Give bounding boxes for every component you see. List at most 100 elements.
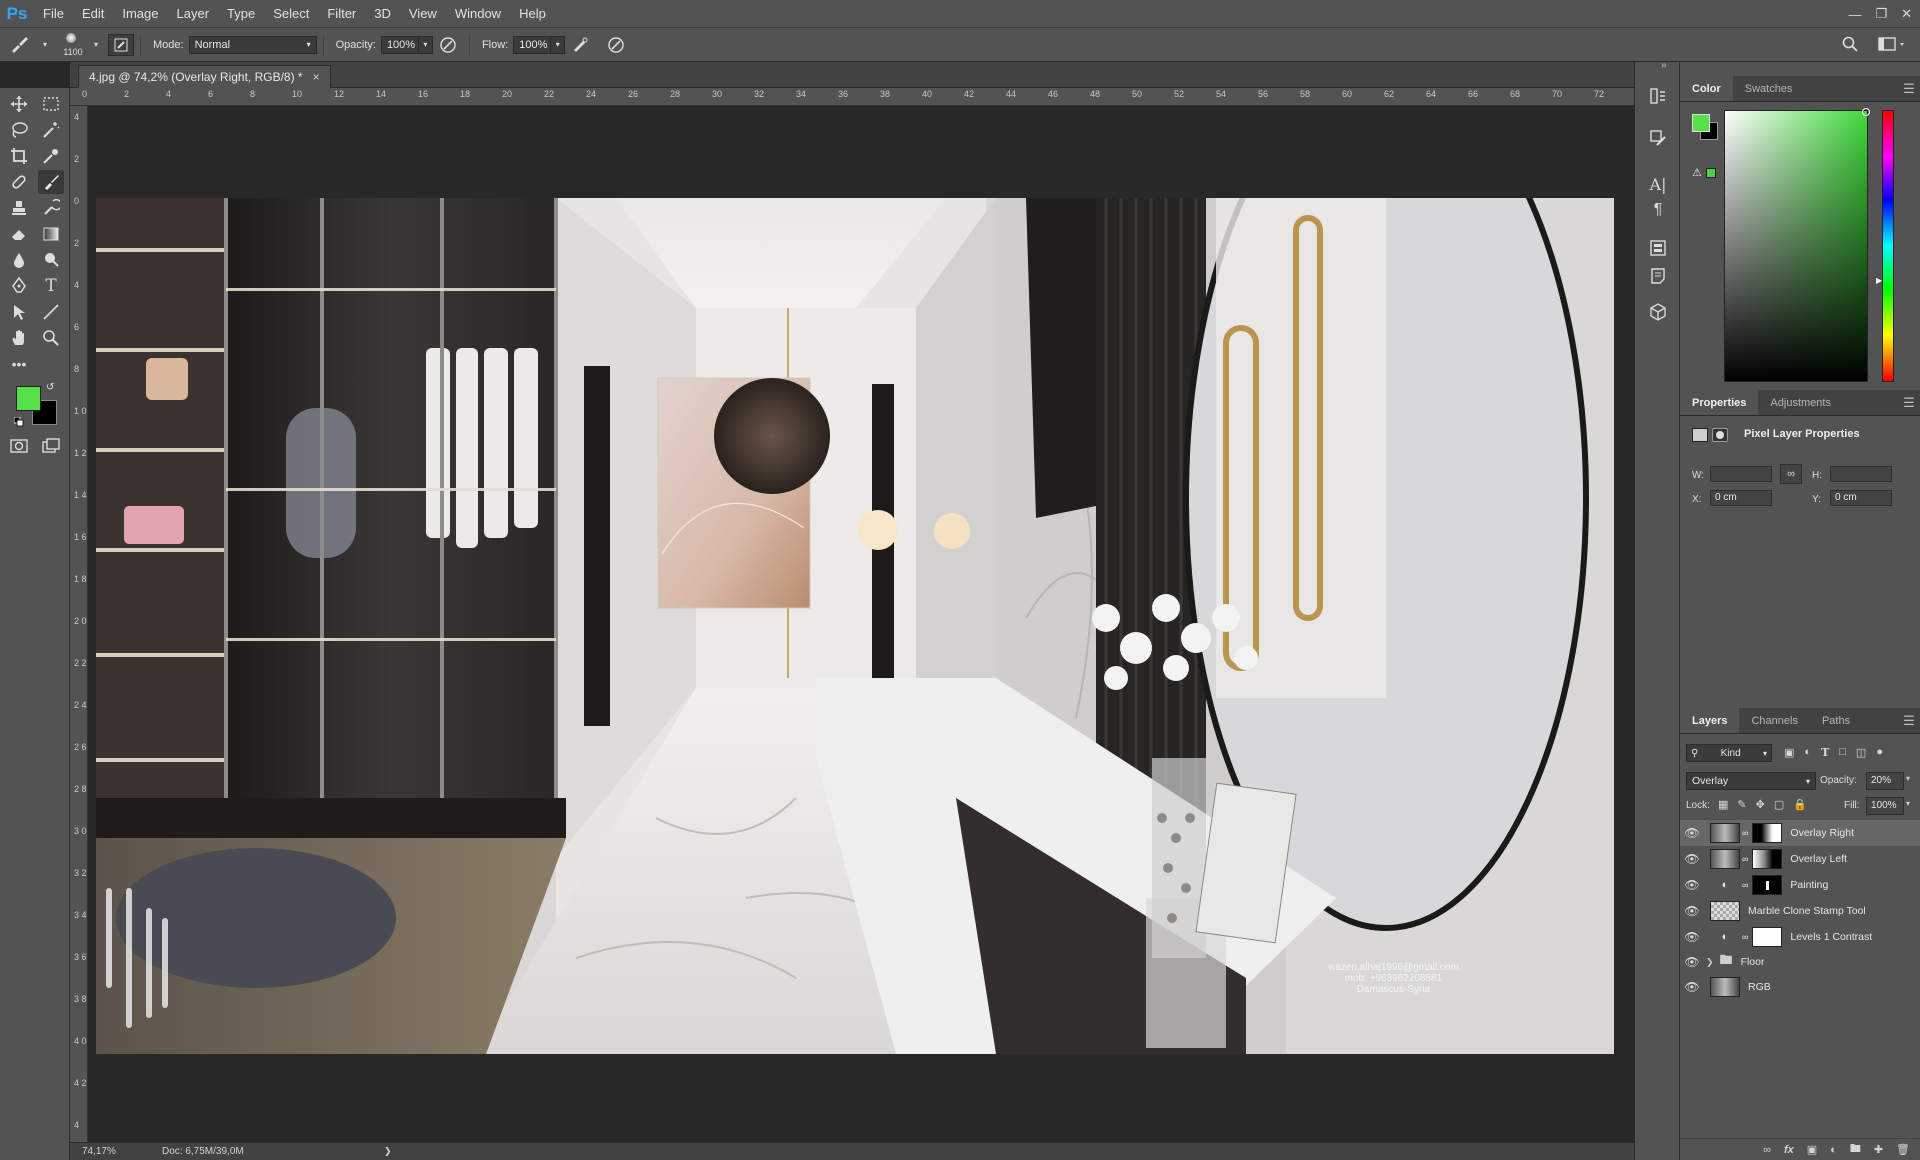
lock-position-icon[interactable]: ✥ xyxy=(1756,798,1765,811)
brush-tool-icon[interactable] xyxy=(38,170,64,194)
crop-tool-icon[interactable] xyxy=(6,144,32,168)
history-brush-tool-icon[interactable] xyxy=(38,196,64,220)
quick-mask-icon[interactable] xyxy=(6,434,32,458)
layer-mask-thumbnail[interactable] xyxy=(1752,875,1783,895)
chevron-down-icon[interactable]: ▾ xyxy=(418,35,433,54)
width-input[interactable] xyxy=(1710,466,1772,482)
tab-color[interactable]: Color xyxy=(1680,76,1733,101)
magic-wand-tool-icon[interactable] xyxy=(38,118,64,142)
brush-settings-panel-icon[interactable] xyxy=(1645,126,1671,150)
layer-row-floor-group[interactable]: 👁 ❯ 🖿 Floor xyxy=(1680,950,1920,974)
new-group-icon[interactable]: 🖿 xyxy=(1850,1140,1861,1159)
visibility-eye-icon[interactable]: 👁 xyxy=(1680,904,1704,918)
link-layers-icon[interactable]: ∞ xyxy=(1763,1144,1771,1156)
libraries-panel-icon[interactable] xyxy=(1645,236,1671,260)
line-tool-icon[interactable] xyxy=(38,300,64,324)
tab-adjustments[interactable]: Adjustments xyxy=(1758,390,1843,415)
filter-pixel-icon[interactable]: ▣ xyxy=(1784,746,1794,759)
menu-select[interactable]: Select xyxy=(264,0,318,28)
lock-artboard-icon[interactable]: ▢ xyxy=(1774,798,1784,811)
brush-tool-preset-icon[interactable] xyxy=(0,36,40,54)
brush-settings-icon[interactable] xyxy=(108,33,134,56)
delete-layer-icon[interactable]: 🗑 xyxy=(1896,1143,1910,1156)
hue-slider[interactable] xyxy=(1882,110,1894,382)
lasso-tool-icon[interactable] xyxy=(6,118,32,142)
close-tab-icon[interactable]: × xyxy=(313,70,320,84)
color-picker-cursor[interactable] xyxy=(1862,108,1870,116)
zoom-tool-icon[interactable] xyxy=(38,326,64,350)
chevron-down-icon[interactable]: ▾ xyxy=(1906,774,1910,783)
filter-shape-icon[interactable]: □ xyxy=(1839,746,1846,759)
layer-row-levels-contrast[interactable]: 👁 ◐ ∞ Levels 1 Contrast xyxy=(1680,924,1920,950)
brush-size-picker[interactable]: 1100 xyxy=(56,30,90,60)
chevron-down-icon[interactable]: ▾ xyxy=(551,35,566,54)
chevron-down-icon[interactable]: ▾ xyxy=(40,40,50,49)
out-of-gamut-warning-icon[interactable]: ⚠ xyxy=(1692,166,1702,179)
type-tool-icon[interactable]: T xyxy=(38,274,64,298)
tab-layers[interactable]: Layers xyxy=(1680,708,1740,733)
dodge-tool-icon[interactable] xyxy=(38,248,64,272)
panel-menu-icon[interactable]: ☰ xyxy=(1898,76,1920,101)
color-panel-foreground-swatch[interactable] xyxy=(1692,114,1710,132)
visibility-eye-icon[interactable]: 👁 xyxy=(1680,980,1704,994)
search-icon[interactable] xyxy=(1840,36,1860,52)
menu-3d[interactable]: 3D xyxy=(365,0,400,28)
tab-swatches[interactable]: Swatches xyxy=(1733,76,1805,101)
more-tools-icon[interactable]: ••• xyxy=(6,352,32,376)
layer-mask-icon[interactable] xyxy=(1712,428,1728,442)
layer-filter-select[interactable]: ⚲ Kind ▾ xyxy=(1686,744,1772,762)
layer-row-overlay-right[interactable]: 👁 ∞ Overlay Right xyxy=(1680,820,1920,846)
add-mask-icon[interactable]: ▣ xyxy=(1807,1143,1817,1156)
visibility-eye-icon[interactable]: 👁 xyxy=(1680,930,1704,944)
tab-properties[interactable]: Properties xyxy=(1680,390,1759,415)
chain-link-icon[interactable]: ∞ xyxy=(1742,880,1748,890)
chevron-down-icon[interactable]: ▾ xyxy=(90,40,102,49)
layer-row-rgb[interactable]: 👁 RGB xyxy=(1680,974,1920,1000)
menu-filter[interactable]: Filter xyxy=(318,0,365,28)
layer-mask-thumbnail[interactable] xyxy=(1752,849,1783,869)
chevron-down-icon[interactable]: ▾ xyxy=(1906,799,1910,808)
fill-input[interactable]: 100% xyxy=(1866,797,1904,815)
lock-all-icon[interactable]: 🔒 xyxy=(1793,798,1807,811)
filter-type-icon[interactable]: T xyxy=(1821,746,1829,759)
layer-row-painting[interactable]: 👁 ◐ ∞ Painting xyxy=(1680,872,1920,898)
menu-file[interactable]: File xyxy=(34,0,73,28)
eraser-tool-icon[interactable] xyxy=(6,222,32,246)
mode-select[interactable]: Normal ▾ xyxy=(188,35,317,54)
visibility-eye-icon[interactable]: 👁 xyxy=(1680,852,1704,866)
notes-panel-icon[interactable] xyxy=(1645,264,1671,288)
height-input[interactable] xyxy=(1830,466,1892,482)
move-tool-icon[interactable] xyxy=(6,92,32,116)
path-selection-tool-icon[interactable] xyxy=(6,300,32,324)
lock-transparent-icon[interactable]: ▦ xyxy=(1718,798,1728,811)
layer-mask-thumbnail[interactable] xyxy=(1752,927,1783,947)
tab-channels[interactable]: Channels xyxy=(1739,708,1809,733)
chain-link-icon[interactable]: ∞ xyxy=(1742,932,1748,942)
default-colors-icon[interactable] xyxy=(13,416,24,427)
menu-window[interactable]: Window xyxy=(446,0,510,28)
canvas-area[interactable]: wazen.alhaj1996@gmail.com mob: +96396220… xyxy=(88,106,1634,1148)
menu-type[interactable]: Type xyxy=(218,0,264,28)
airbrush-icon[interactable] xyxy=(565,36,595,54)
restore-icon[interactable]: ❐ xyxy=(1875,6,1887,22)
swap-colors-icon[interactable]: ↺ xyxy=(46,382,54,393)
layer-mask-thumbnail[interactable] xyxy=(1752,823,1783,843)
menu-edit[interactable]: Edit xyxy=(73,0,113,28)
character-panel-icon[interactable]: A| xyxy=(1645,172,1671,196)
layer-row-overlay-left[interactable]: 👁 ∞ Overlay Left xyxy=(1680,846,1920,872)
tab-paths[interactable]: Paths xyxy=(1810,708,1862,733)
new-adjustment-icon[interactable]: ◐ xyxy=(1830,1144,1837,1156)
document-canvas-image[interactable]: wazen.alhaj1996@gmail.com mob: +96396220… xyxy=(96,198,1614,1054)
filter-toggle-icon[interactable]: ● xyxy=(1876,746,1883,759)
foreground-color-swatch-top[interactable] xyxy=(16,386,41,411)
visibility-eye-icon[interactable]: 👁 xyxy=(1680,878,1704,892)
layer-opacity-input[interactable]: 20% xyxy=(1866,772,1904,790)
blur-tool-icon[interactable] xyxy=(6,248,32,272)
history-panel-icon[interactable] xyxy=(1645,84,1671,108)
document-tab[interactable]: 4.jpg @ 74,2% (Overlay Right, RGB/8) * × xyxy=(78,65,331,88)
menu-help[interactable]: Help xyxy=(510,0,555,28)
y-input[interactable]: 0 cm xyxy=(1830,490,1892,506)
eyedropper-tool-icon[interactable] xyxy=(38,144,64,168)
menu-layer[interactable]: Layer xyxy=(168,0,219,28)
gamut-color-swatch[interactable] xyxy=(1706,168,1716,178)
